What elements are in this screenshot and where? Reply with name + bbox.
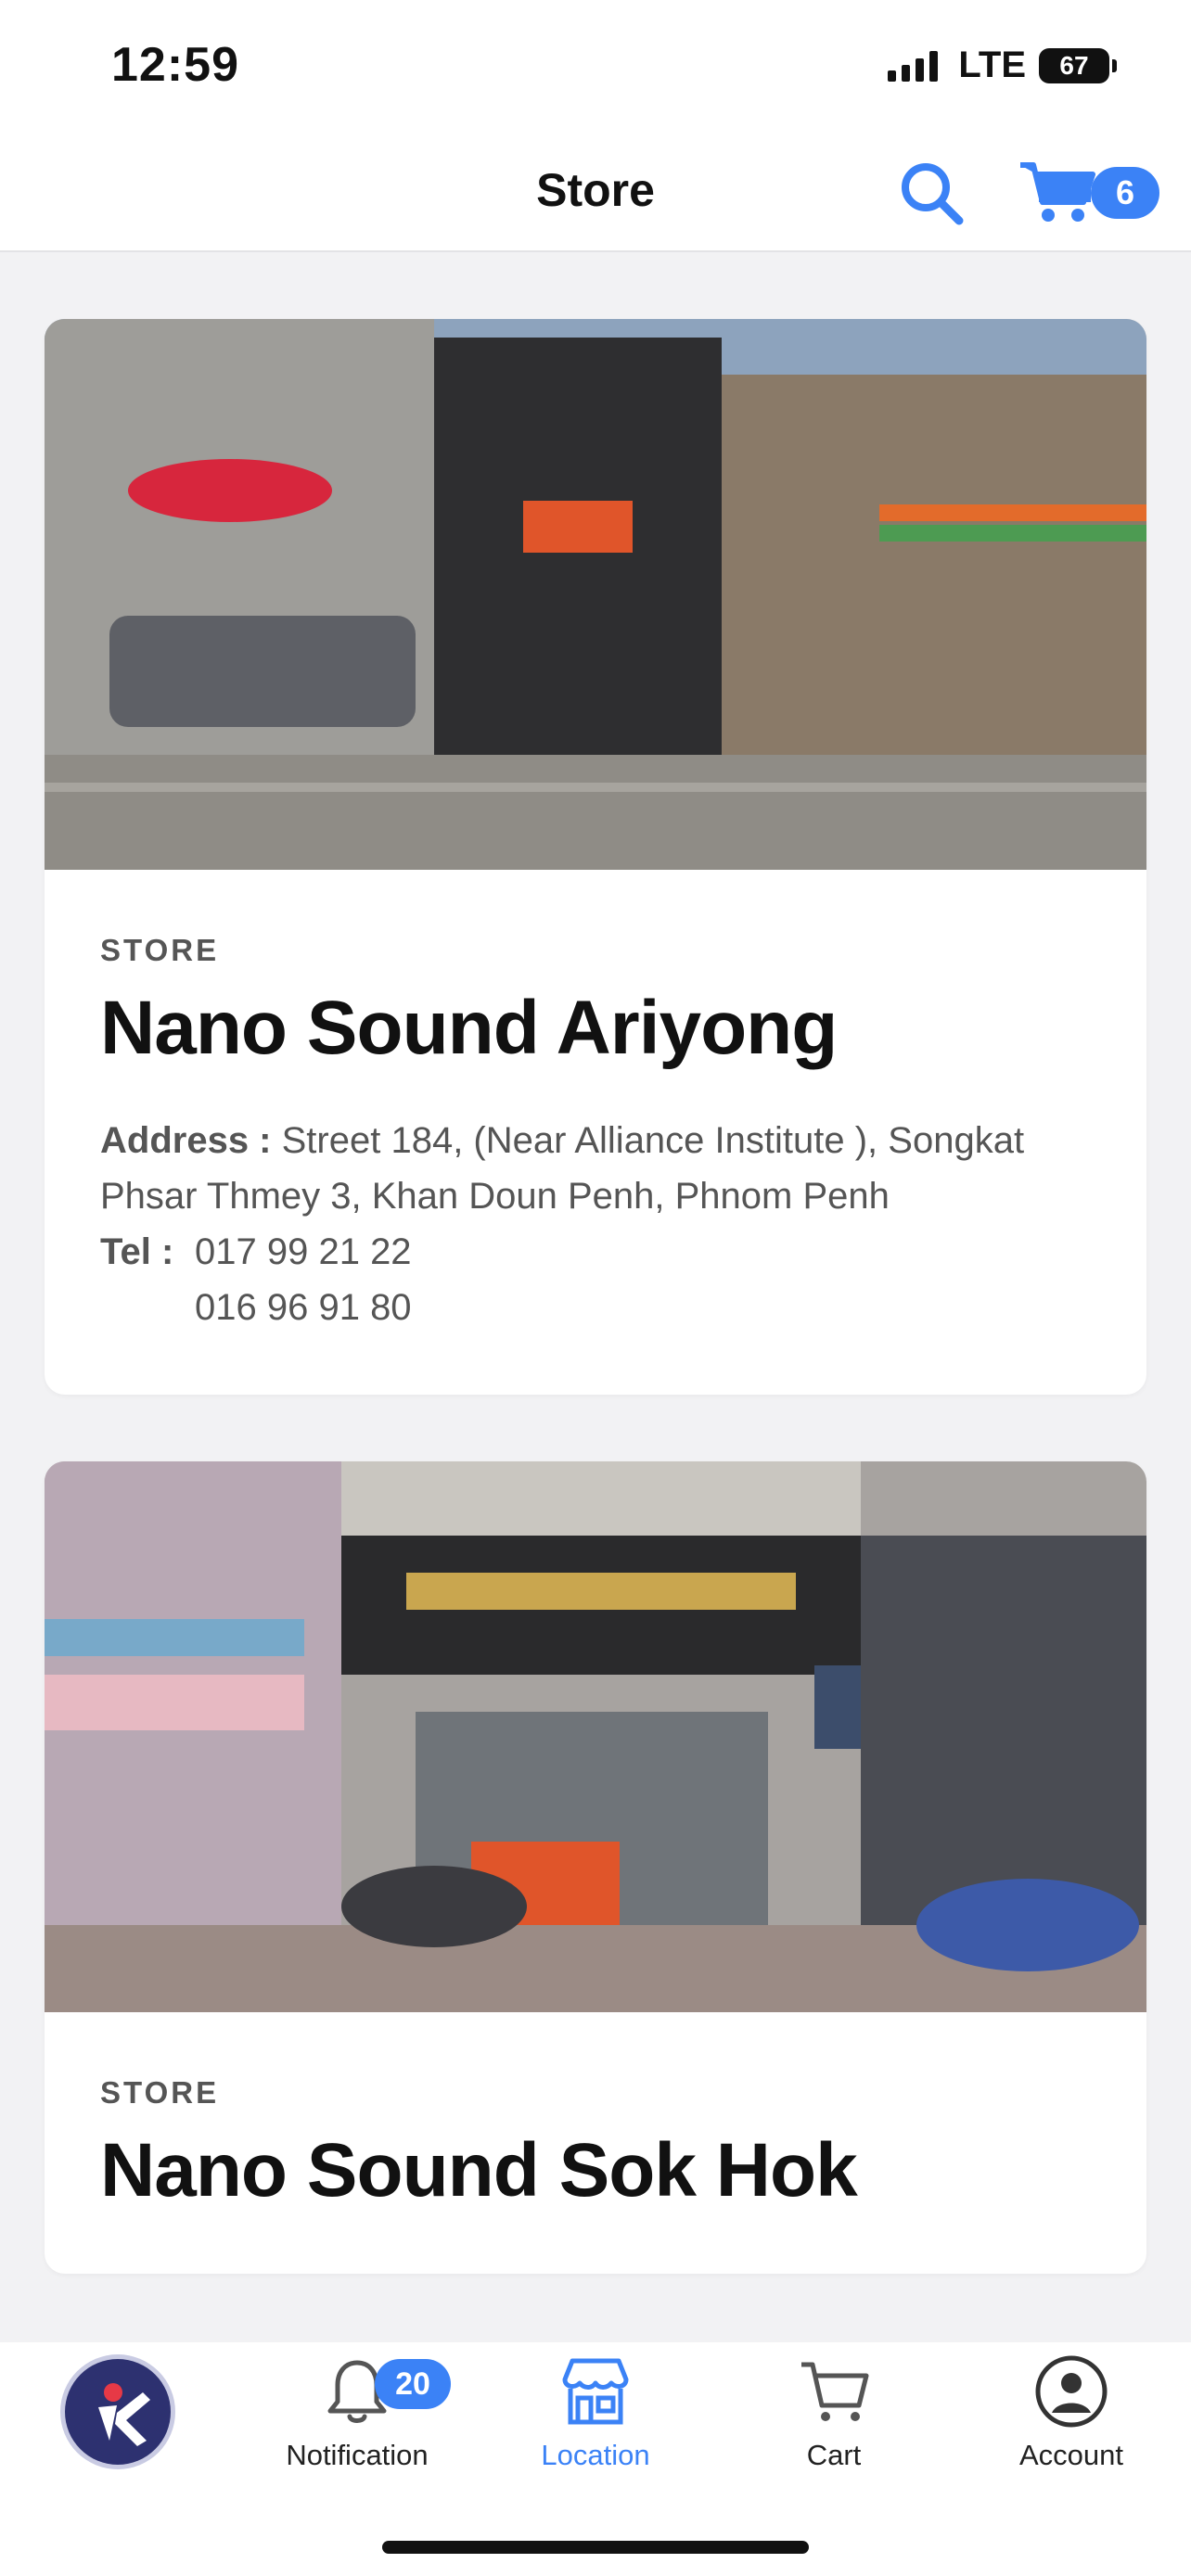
store-address: Address : Street 184, (Near Alliance Ins…: [100, 1113, 1091, 1224]
store-card[interactable]: STORE Nano Sound Ariyong Address : Stree…: [45, 319, 1146, 1395]
store-card-body: STORE Nano Sound Ariyong Address : Stree…: [45, 870, 1146, 1395]
page-title: Store: [536, 164, 655, 216]
status-time: 12:59: [111, 38, 239, 92]
nav-location[interactable]: Location: [489, 2352, 702, 2472]
signal-icon: [888, 50, 939, 82]
search-button[interactable]: [894, 156, 968, 230]
status-indicators: LTE 67: [888, 45, 1117, 86]
phone-number[interactable]: 016 96 91 80: [195, 1280, 412, 1335]
store-card-body: STORE Nano Sound Sok Hok: [45, 2012, 1146, 2274]
account-icon: [1035, 2355, 1108, 2428]
notification-count-badge: 20: [375, 2359, 451, 2409]
phone-number[interactable]: 017 99 21 22: [195, 1224, 412, 1280]
store-photo: [45, 319, 1146, 870]
brand-logo-icon: [98, 2383, 150, 2446]
status-bar: 12:59 LTE 67: [0, 0, 1191, 130]
cart-icon: [1020, 162, 1095, 222]
store-phones: Tel : 017 99 21 22 016 96 91 80: [100, 1224, 1091, 1335]
app-header: Store 6: [0, 130, 1191, 252]
tel-label: Tel :: [100, 1231, 174, 1272]
store-name: Nano Sound Sok Hok: [100, 2128, 858, 2213]
nav-cart-label: Cart: [806, 2439, 862, 2471]
battery-level: 67: [1039, 47, 1109, 83]
store-icon: [562, 2358, 629, 2425]
network-type: LTE: [958, 45, 1026, 85]
nav-location-label: Location: [541, 2439, 650, 2471]
cart-outline-icon: [801, 2362, 869, 2421]
store-list: STORE Nano Sound Ariyong Address : Stree…: [45, 319, 1146, 2340]
nav-notification-label: Notification: [286, 2439, 429, 2471]
store-kicker: STORE: [100, 933, 220, 967]
store-photo: [45, 1461, 1146, 2012]
address-label: Address :: [100, 1120, 272, 1161]
nav-cart[interactable]: Cart: [727, 2352, 941, 2472]
store-kicker: STORE: [100, 2075, 220, 2110]
cart-count-badge: 6: [1091, 167, 1159, 219]
nav-account-label: Account: [1018, 2439, 1123, 2471]
nav-account[interactable]: Account: [965, 2352, 1178, 2472]
home-indicator[interactable]: [382, 2541, 809, 2554]
store-card[interactable]: STORE Nano Sound Sok Hok: [45, 1461, 1146, 2274]
store-screen: 12:59 LTE 67 Store 6 STORE Nano Sound Ar…: [0, 0, 1191, 2576]
store-info: Address : Street 184, (Near Alliance Ins…: [100, 1113, 1091, 1335]
home-logo-button[interactable]: [65, 2359, 171, 2465]
header-cart-button[interactable]: [1017, 156, 1100, 230]
search-icon: [902, 163, 964, 225]
nav-notification[interactable]: Notification 20: [250, 2352, 464, 2472]
store-name: Nano Sound Ariyong: [100, 986, 838, 1070]
battery-icon: 67: [1039, 47, 1117, 83]
